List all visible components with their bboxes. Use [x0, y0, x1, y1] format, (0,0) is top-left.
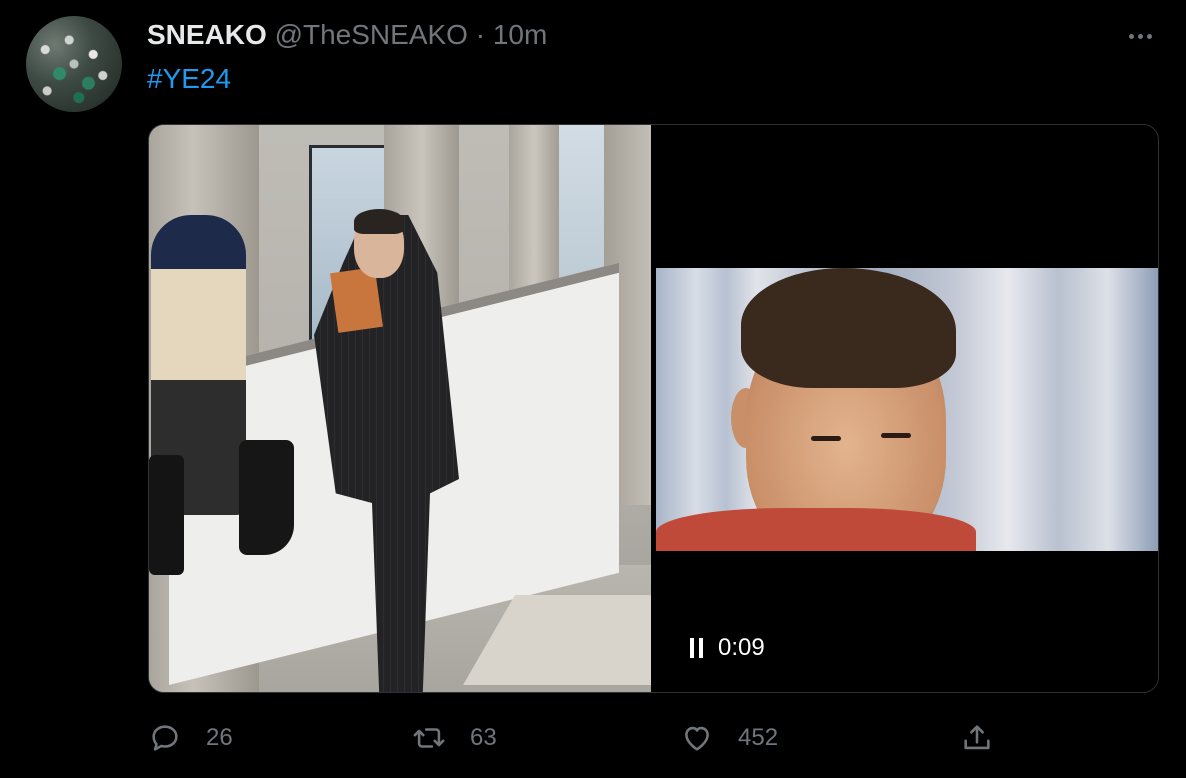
- reply-icon: [152, 725, 178, 751]
- like-icon: [685, 726, 709, 751]
- separator: ·: [475, 19, 486, 50]
- avatar[interactable]: [26, 16, 122, 112]
- retweet-count: 63: [470, 724, 497, 751]
- video-player[interactable]: 0:09: [652, 125, 1158, 692]
- reply-button[interactable]: 26: [148, 718, 233, 758]
- display-name[interactable]: SNEAKO: [147, 19, 267, 50]
- media-container[interactable]: 0:09: [148, 124, 1159, 693]
- share-button[interactable]: [960, 718, 994, 758]
- timestamp-link[interactable]: 10m: [493, 19, 547, 50]
- tweet-header: SNEAKO @TheSNEAKO · 10m: [147, 18, 547, 52]
- retweet-button[interactable]: 63: [412, 718, 497, 758]
- reply-count: 26: [206, 724, 233, 751]
- share-icon: [964, 725, 990, 750]
- more-icon[interactable]: [1120, 24, 1160, 48]
- user-handle[interactable]: @TheSNEAKO: [275, 19, 468, 50]
- like-button[interactable]: 452: [680, 718, 778, 758]
- hashtag-link[interactable]: #YE24: [147, 62, 231, 96]
- video-frame[interactable]: [656, 268, 1158, 551]
- pause-icon[interactable]: [690, 638, 708, 658]
- tweet-actions: 26 63 452: [148, 718, 1008, 758]
- tweet[interactable]: SNEAKO @TheSNEAKO · 10m #YE24 0:09 26 63…: [0, 0, 1186, 778]
- video-controls: 0:09: [690, 633, 765, 663]
- video-timestamp: 0:09: [718, 634, 765, 661]
- like-count: 452: [738, 724, 779, 751]
- avatar-image: [26, 16, 122, 112]
- retweet-icon: [413, 728, 445, 748]
- tweet-photo[interactable]: [149, 125, 651, 692]
